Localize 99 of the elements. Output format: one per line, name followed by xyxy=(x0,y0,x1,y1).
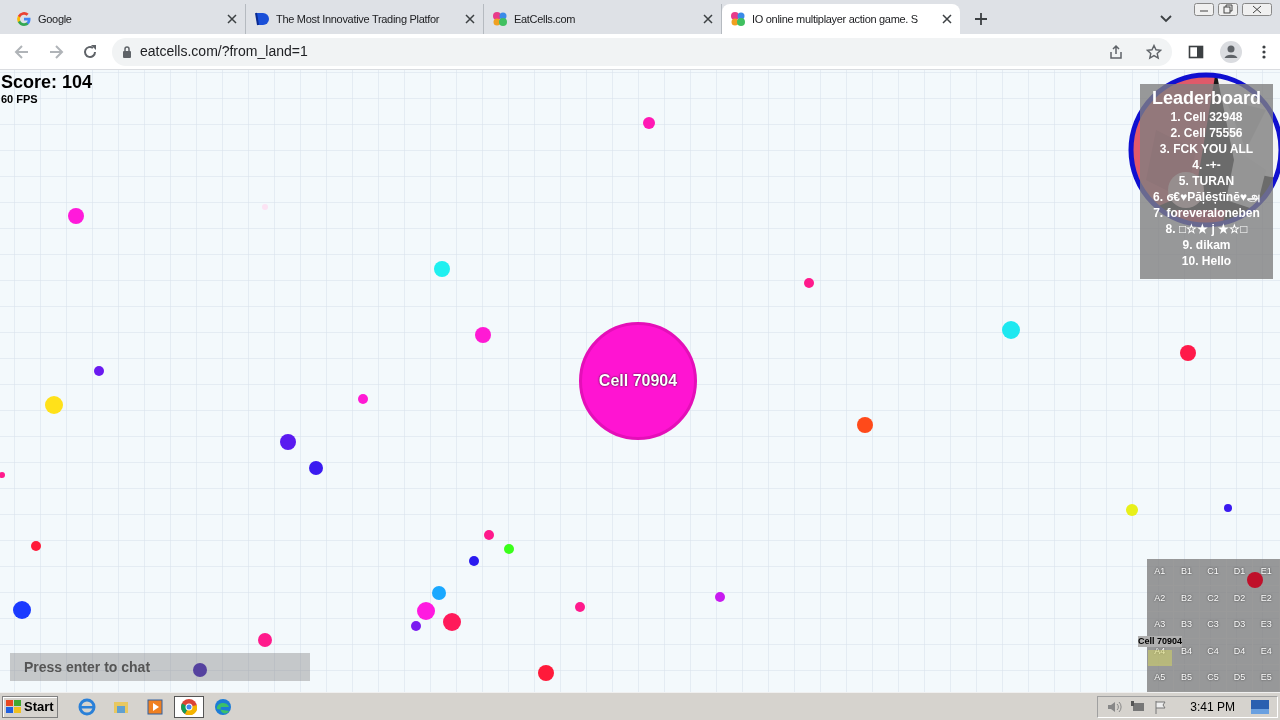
minimap-player-label: Cell 70904 xyxy=(1138,636,1183,647)
close-icon[interactable] xyxy=(703,14,713,24)
minimap-cell-label: D4 xyxy=(1233,644,1246,658)
minimap-cell-label: C2 xyxy=(1207,591,1219,605)
food-pellet xyxy=(94,366,104,376)
food-pellet xyxy=(475,327,491,343)
food-pellet xyxy=(469,556,479,566)
leaderboard-entry: 9. dikam xyxy=(1182,237,1231,253)
leaderboard-entry: 2. Cell 75556 xyxy=(1170,125,1243,141)
food-pellet xyxy=(434,261,450,277)
flag-icon[interactable] xyxy=(1154,699,1169,714)
food-pellet xyxy=(432,586,446,600)
food-pellet xyxy=(1126,504,1138,516)
browser-e-icon[interactable] xyxy=(77,697,96,716)
chrome-taskbar-button[interactable] xyxy=(173,695,204,718)
media-player-icon[interactable] xyxy=(145,697,164,716)
minimap-cell-label: B1 xyxy=(1180,565,1192,579)
windows-logo-icon xyxy=(6,699,22,714)
food-pellet xyxy=(0,472,5,478)
food-pellet xyxy=(358,394,368,404)
leaderboard-entry: 3. FCK YOU ALL xyxy=(1159,141,1254,157)
lock-icon xyxy=(122,45,132,58)
food-pellet xyxy=(258,633,272,647)
leaderboard-entry: 6. ϭ€♥Pāļēștīnē♥அ xyxy=(1153,189,1260,205)
food-pellet xyxy=(804,278,814,288)
minimap-cell-label: C4 xyxy=(1207,644,1219,658)
leaderboard-entry: 8. □☆★ j ★☆□ xyxy=(1165,221,1248,237)
minimap-cell-label: E5 xyxy=(1260,671,1272,685)
fps-text: 60 FPS xyxy=(1,93,39,105)
food-pellet xyxy=(715,592,725,602)
minimap-cell-label: A2 xyxy=(1154,591,1166,605)
food-pellet xyxy=(538,665,554,681)
close-icon[interactable] xyxy=(465,14,475,24)
leaderboard-entry: 1. Cell 32948 xyxy=(1170,109,1243,125)
food-pellet xyxy=(13,601,31,619)
side-panel-icon[interactable] xyxy=(1188,43,1204,60)
minimap-cell-label: E2 xyxy=(1260,591,1272,605)
url-text: eatcells.com/?from_land=1 xyxy=(140,42,309,61)
food-pellet xyxy=(68,208,84,224)
minimap-cell-label: A5 xyxy=(1154,671,1166,685)
leaderboard-entry: 7. foreveraloneben xyxy=(1153,205,1260,221)
colored-dots-logo-icon xyxy=(492,11,508,27)
minimap-cell-label: B4 xyxy=(1180,644,1192,658)
food-pellet xyxy=(280,434,296,450)
minimap-cell-label: D5 xyxy=(1233,671,1246,685)
d-logo-icon xyxy=(254,11,270,27)
profile-icon[interactable] xyxy=(1220,40,1242,63)
minimap-cell-label: A3 xyxy=(1154,618,1166,632)
minimap-cell-label: B3 xyxy=(1180,618,1192,632)
minimize-icon[interactable] xyxy=(1194,3,1214,16)
leaderboard-title: Leaderboard xyxy=(1152,87,1261,109)
score-text: Score: 104 xyxy=(1,71,93,93)
minimap-cell-label: C1 xyxy=(1207,565,1219,579)
minimap-cell-label: A1 xyxy=(1154,565,1166,579)
address-bar[interactable]: eatcells.com/?from_land=1 xyxy=(112,37,1172,66)
star-icon[interactable] xyxy=(1146,43,1162,60)
food-pellet xyxy=(857,417,873,433)
restore-icon[interactable] xyxy=(1218,3,1238,16)
minimap-cell-label: E4 xyxy=(1260,644,1272,658)
food-pellet xyxy=(443,613,461,631)
close-icon[interactable] xyxy=(227,14,237,24)
minimap-cell-label: D3 xyxy=(1233,618,1246,632)
minimap-cell-label: B5 xyxy=(1180,671,1192,685)
food-pellet xyxy=(45,396,63,414)
leaderboard-entry: 5. TURAN xyxy=(1178,173,1235,189)
minimap-cell-label: C3 xyxy=(1207,618,1219,632)
network-icon[interactable] xyxy=(1130,699,1147,714)
food-pellet xyxy=(31,541,41,551)
food-pellet xyxy=(575,602,585,612)
leaderboard-entry: 4. -+- xyxy=(1192,157,1221,173)
start-button[interactable]: Start xyxy=(2,695,58,718)
chrome-icon xyxy=(180,698,197,715)
food-pellet xyxy=(1224,504,1232,512)
show-desktop-icon[interactable] xyxy=(1251,699,1269,714)
new-tab-icon[interactable] xyxy=(974,12,988,26)
browser-tab[interactable]: IO online multiplayer action game. S xyxy=(722,4,960,34)
minimap-cell-label: D2 xyxy=(1233,591,1246,605)
leaderboard-entry: 10. Hello xyxy=(1181,253,1232,269)
close-window-icon[interactable] xyxy=(1242,3,1272,16)
minimap-player-marker xyxy=(1148,650,1172,666)
minimap-cell-label: B2 xyxy=(1180,591,1192,605)
minimap-cell-label: C5 xyxy=(1207,671,1219,685)
minimap-cell-label: E3 xyxy=(1260,618,1272,632)
food-pellet xyxy=(1002,321,1020,339)
minimap-cell-label: E1 xyxy=(1260,565,1272,579)
food-pellet xyxy=(309,461,323,475)
share-icon[interactable] xyxy=(1108,43,1124,60)
google-logo-icon xyxy=(16,11,32,27)
food-pellet xyxy=(643,117,655,129)
clock-text: 3:41 PM xyxy=(1190,698,1235,716)
close-icon[interactable] xyxy=(942,14,952,24)
edge-icon[interactable] xyxy=(213,697,232,716)
minimap-cell-label: D1 xyxy=(1233,565,1246,579)
minimap-cell-label: A4 xyxy=(1154,644,1166,658)
colored-dots-logo-icon xyxy=(730,11,746,27)
food-pellet xyxy=(193,663,207,677)
player-name: Cell 70904 xyxy=(598,371,678,391)
tab-list-caret-icon[interactable] xyxy=(1160,15,1172,23)
food-pellet xyxy=(1180,345,1196,361)
